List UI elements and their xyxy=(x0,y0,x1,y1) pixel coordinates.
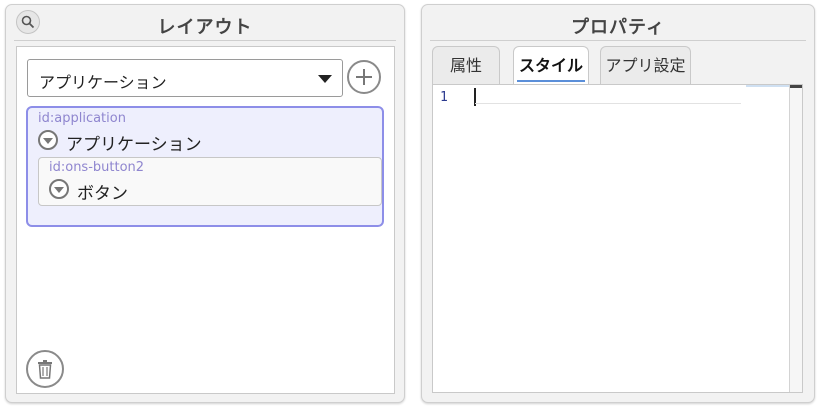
line-number: 1 xyxy=(440,90,448,105)
node-id-label: id:ons-button2 xyxy=(49,160,145,175)
tree-node-application[interactable]: id:application アプリケーション id:ons-button2 ボ… xyxy=(26,106,384,227)
node-id-label: id:application xyxy=(38,111,126,126)
node-label: ボタン xyxy=(77,184,128,204)
node-label: アプリケーション xyxy=(66,135,202,155)
style-code-editor[interactable]: 1 xyxy=(432,84,803,393)
active-line-highlight xyxy=(475,103,741,104)
title-divider xyxy=(430,40,806,41)
layout-panel-title: レイアウト xyxy=(157,17,253,38)
caret-down-icon xyxy=(318,75,332,83)
properties-panel-title: プロパティ xyxy=(571,17,665,38)
page-select[interactable]: アプリケーション xyxy=(27,59,343,97)
editor-scrollbar[interactable] xyxy=(789,85,802,392)
layout-tree-area: アプリケーション id:application アプリケーション id:ons-… xyxy=(16,46,395,394)
title-divider xyxy=(14,40,396,41)
line-number-gutter: 1 xyxy=(433,85,469,392)
delete-button[interactable] xyxy=(26,350,64,388)
chevron-down-circle-icon[interactable] xyxy=(38,130,58,150)
tab-style[interactable]: スタイル xyxy=(513,46,589,84)
tab-app-settings[interactable]: アプリ設定 xyxy=(600,46,691,84)
tree-node-button[interactable]: id:ons-button2 ボタン xyxy=(38,157,382,206)
chevron-down-circle-icon[interactable] xyxy=(49,179,69,199)
trash-icon xyxy=(38,360,52,379)
add-button[interactable] xyxy=(347,60,381,94)
editor-top-marker xyxy=(746,85,790,87)
tab-attributes[interactable]: 属性 xyxy=(432,46,500,84)
layout-panel: レイアウト アプリケーション id:application アプリケーション i… xyxy=(5,4,405,403)
scrollbar-thumb[interactable] xyxy=(790,85,802,88)
page-select-value: アプリケーション xyxy=(39,73,167,92)
properties-panel: プロパティ 属性 スタイル アプリ設定 1 xyxy=(421,4,815,403)
